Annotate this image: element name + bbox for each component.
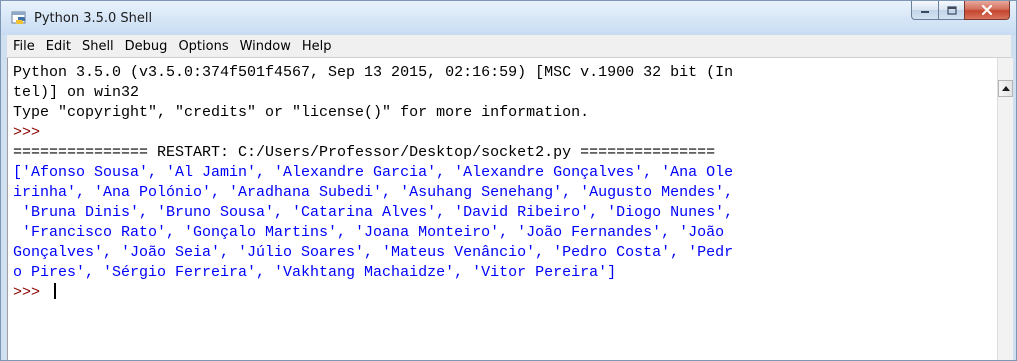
output-line: Gonçalves', 'João Seia', 'Júlio Soares',… bbox=[13, 244, 734, 261]
banner-line: tel)] on win32 bbox=[13, 84, 140, 101]
python-shell-icon[interactable] bbox=[11, 10, 27, 26]
minimize-button[interactable] bbox=[911, 1, 938, 20]
close-button[interactable] bbox=[964, 1, 1010, 20]
minimize-icon bbox=[921, 11, 929, 13]
menu-options[interactable]: Options bbox=[172, 39, 233, 54]
restart-line: =============== RESTART: C:/Users/Profes… bbox=[13, 144, 716, 161]
menu-window[interactable]: Window bbox=[234, 39, 296, 54]
banner-line: Python 3.5.0 (v3.5.0:374f501f4567, Sep 1… bbox=[13, 64, 734, 81]
title-bar[interactable]: Python 3.5.0 Shell bbox=[1, 1, 1016, 35]
shell-text-area[interactable]: Python 3.5.0 (v3.5.0:374f501f4567, Sep 1… bbox=[7, 58, 998, 360]
menu-help[interactable]: Help bbox=[296, 39, 337, 54]
caption-buttons bbox=[911, 1, 1010, 21]
menu-file[interactable]: File bbox=[7, 39, 40, 54]
text-cursor bbox=[54, 283, 57, 299]
vertical-scrollbar[interactable] bbox=[997, 58, 1013, 360]
close-icon bbox=[981, 5, 993, 15]
menu-debug[interactable]: Debug bbox=[119, 39, 173, 54]
output-line: 'Bruna Dinis', 'Bruno Sousa', 'Catarina … bbox=[13, 204, 734, 221]
menu-edit[interactable]: Edit bbox=[40, 39, 76, 54]
menu-bar: File Edit Shell Debug Options Window Hel… bbox=[7, 35, 1011, 58]
output-line: o Pires', 'Sérgio Ferreira', 'Vakhtang M… bbox=[13, 264, 617, 281]
shell-prompt: >>> bbox=[13, 124, 50, 141]
shell-output: Python 3.5.0 (v3.5.0:374f501f4567, Sep 1… bbox=[13, 63, 733, 303]
window-title: Python 3.5.0 Shell bbox=[34, 11, 153, 26]
banner-line: Type "copyright", "credits" or "license(… bbox=[13, 104, 590, 121]
scroll-up-button[interactable] bbox=[998, 80, 1013, 97]
output-line: 'Francisco Rato', 'Gonçalo Martins', 'Jo… bbox=[13, 224, 725, 241]
maximize-icon bbox=[946, 5, 957, 15]
output-line: ['Afonso Sousa', 'Al Jamin', 'Alexandre … bbox=[13, 164, 734, 181]
input-line[interactable]: >>> bbox=[13, 283, 733, 303]
scroll-up-icon bbox=[1001, 86, 1010, 91]
maximize-button[interactable] bbox=[938, 1, 964, 20]
shell-prompt: >>> bbox=[13, 284, 50, 301]
output-line: irinha', 'Ana Polónio', 'Aradhana Subedi… bbox=[13, 184, 734, 201]
shell-window: Python 3.5.0 Shell File Edit Shell Debug… bbox=[0, 0, 1017, 361]
menu-shell[interactable]: Shell bbox=[76, 39, 119, 54]
